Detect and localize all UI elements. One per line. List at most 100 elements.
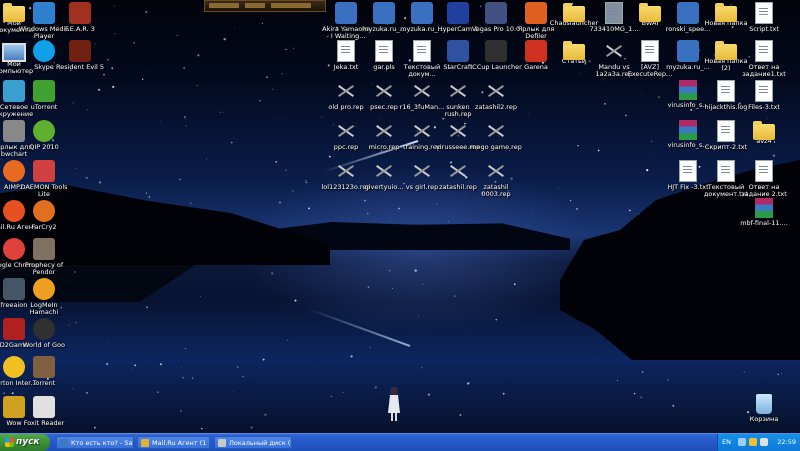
desktop-icon-label: Скрипт-2.txt [704, 143, 748, 151]
farcry-icon [33, 200, 55, 222]
desktop-icon-label: Files-3.txt [748, 103, 780, 111]
skype-icon [33, 40, 55, 62]
text-file-icon [641, 40, 659, 62]
desktop-icon[interactable]: FarCry2 [18, 200, 70, 231]
tray-volume-icon[interactable] [760, 438, 768, 446]
desktop-icon-label: ronski_spee... [665, 25, 711, 33]
desktop-icon-label: World of Goo [22, 341, 65, 349]
shooting-star-reflection [306, 307, 411, 347]
folder-icon [715, 41, 737, 60]
desktop-icon[interactable]: avz4 [738, 120, 790, 145]
desktop-icon-label: Foxit Reader [23, 419, 65, 427]
garena-icon [525, 40, 547, 62]
daemon-tools-icon [33, 160, 55, 182]
tray-agent-icon[interactable] [749, 438, 757, 446]
archive-icon [755, 198, 773, 218]
replay-file-icon [335, 120, 357, 142]
archive-icon [679, 120, 697, 140]
taskbar-item-mailru-agent[interactable]: Mail.Ru Агент (1 вкл... [137, 436, 210, 449]
taskbar-item-local-disk[interactable]: Локальный диск (D:) [214, 436, 292, 449]
browser-icon [60, 439, 68, 447]
desktop-icon-label: QIP 2010 [29, 143, 59, 151]
system-tray: EN 22:59 [717, 434, 800, 451]
desktop-icon-label: F.E.A.R. 3 [65, 25, 95, 33]
replay-file-icon [411, 160, 433, 182]
text-file-icon [755, 40, 773, 62]
start-label: пуск [16, 437, 40, 447]
desktop-icon[interactable]: uTorrent [18, 80, 70, 111]
desktop-icon-label: Ярлык для Dеfiler [517, 25, 555, 40]
girl-figure [388, 387, 400, 421]
taskbar-item-label: Mail.Ru Агент (1 вкл... [152, 439, 209, 447]
game-window-strip[interactable] [204, 0, 326, 12]
desktop-icon[interactable]: Torrent [18, 356, 70, 387]
desktop-icon[interactable]: mego game.rep [470, 120, 522, 151]
desktop-icon-label: Script.txt [749, 25, 779, 33]
desktop-icon[interactable]: Ответ на задание1.txt [738, 40, 790, 78]
desktop-icon-label: Prophecy of Pendor [24, 261, 64, 276]
desktop-icon[interactable]: zatashil 0003.rep [470, 160, 522, 198]
text-file-icon [717, 160, 735, 182]
desktop-icon-label: uTorrent [30, 103, 58, 111]
desktop-icon[interactable]: Ответ на задание 2.txt [738, 160, 790, 198]
desktop-icon-label: LogMeIn Hamachi [29, 301, 59, 316]
folder-icon [639, 3, 661, 22]
archive-icon [679, 80, 697, 100]
taskbar-item-browser[interactable]: Кто есть кто? - Safe... [56, 436, 134, 449]
text-file-icon [717, 80, 735, 102]
desktop-icon-label: mbf-final-11.... [740, 219, 788, 227]
taskbar-item-label: Локальный диск (D:) [229, 439, 291, 447]
hypercam-icon [447, 2, 469, 24]
desktop-icon-label: Ответ на задание 2.txt [741, 183, 787, 198]
desktop-icon-label: Ответ на задание1.txt [742, 63, 786, 78]
replay-file-icon [447, 160, 469, 182]
shortcut-icon [525, 2, 547, 24]
replay-file-icon [447, 120, 469, 142]
drive-icon [218, 439, 226, 447]
text-file-icon [755, 80, 773, 102]
desktop-icon[interactable]: World of Goo [18, 318, 70, 349]
audio-file-icon [373, 2, 395, 24]
tray-network-icon[interactable] [738, 438, 746, 446]
folder-icon [563, 3, 585, 22]
replay-file-icon [373, 120, 395, 142]
desktop-icon-label: zatashil2.rep [475, 103, 517, 111]
starcraft-icon [447, 40, 469, 62]
desktop-icon[interactable]: Корзина [738, 394, 790, 423]
desktop-icon-label: mego game.rep [470, 143, 522, 151]
desktop-icon[interactable]: DAEMON Tools Lite [18, 160, 70, 198]
audio-file-icon [411, 2, 433, 24]
recycle-bin-icon [756, 394, 772, 414]
desktop-icon-label: Torrent [32, 379, 56, 387]
desktop-icon[interactable]: mbf-final-11.... [738, 198, 790, 227]
text-file-icon [679, 160, 697, 182]
audio-file-icon [335, 2, 357, 24]
desktop[interactable]: Мои документыМой компьютерСетевое окруже… [0, 0, 800, 433]
desktop-icon[interactable]: QIP 2010 [18, 120, 70, 151]
text-file-icon [755, 2, 773, 24]
replay-file-icon [335, 160, 357, 182]
text-file-icon [755, 160, 773, 182]
desktop-icon[interactable]: zatashil2.rep [470, 80, 522, 111]
desktop-icon-label: DAEMON Tools Lite [20, 183, 68, 198]
desktop-icon[interactable]: Foxit Reader [18, 396, 70, 427]
start-button[interactable]: пуск [0, 434, 50, 451]
desktop-icon[interactable]: Files-3.txt [738, 80, 790, 111]
audio-file-icon [677, 40, 699, 62]
replay-file-icon [373, 80, 395, 102]
replay-file-icon [411, 120, 433, 142]
taskbar-item-label: Кто есть кто? - Safe... [71, 439, 134, 447]
desktop-icon[interactable]: Script.txt [738, 2, 790, 33]
desktop-icon[interactable]: Resident Evil 5 [54, 40, 106, 71]
playlist-file-icon [375, 40, 393, 62]
desktop-icon[interactable]: Prophecy of Pendor [18, 238, 70, 276]
game-icon [69, 2, 91, 24]
replay-file-icon [485, 160, 507, 182]
text-file-icon [413, 40, 431, 62]
language-indicator[interactable]: EN [722, 434, 731, 451]
text-file-icon [337, 40, 355, 62]
utorrent-icon [33, 80, 55, 102]
replay-file-icon [373, 160, 395, 182]
desktop-icon[interactable]: LogMeIn Hamachi [18, 278, 70, 316]
desktop-icon[interactable]: F.E.A.R. 3 [54, 2, 106, 33]
